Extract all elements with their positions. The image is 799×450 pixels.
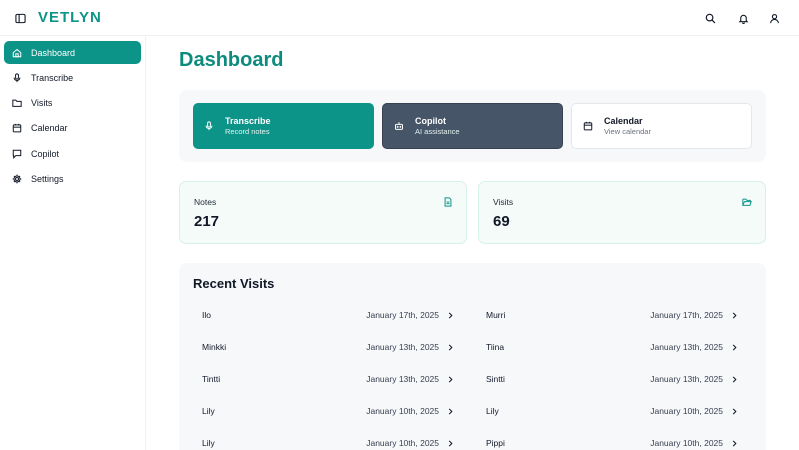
- quick-action-title: Calendar: [604, 115, 643, 126]
- sidebar-item-label: Dashboard: [31, 47, 76, 58]
- sidebar-item-copilot[interactable]: Copilot: [4, 142, 141, 165]
- visit-patient-name: Lily: [202, 438, 215, 448]
- message-icon: [12, 149, 22, 159]
- quick-action-title: Copilot: [415, 115, 446, 126]
- visit-date: January 13th, 2025: [366, 342, 439, 352]
- sidebar-item-label: Settings: [31, 173, 64, 184]
- file-text-icon: [442, 196, 453, 207]
- quick-action-transcribe[interactable]: Transcribe Record notes: [193, 103, 374, 149]
- search-icon[interactable]: [702, 10, 718, 26]
- chevron-right-icon: [446, 407, 454, 415]
- visit-patient-name: Tintti: [202, 374, 221, 384]
- stat-value: 69: [493, 213, 510, 230]
- visit-row[interactable]: Murri January 17th, 2025: [477, 305, 742, 325]
- chevron-right-icon: [446, 343, 454, 351]
- brand-logo[interactable]: VETLYN: [38, 9, 102, 26]
- visit-date: January 10th, 2025: [650, 438, 723, 448]
- home-icon: [12, 48, 22, 58]
- visit-row[interactable]: Pippi January 10th, 2025: [477, 433, 742, 450]
- visit-patient-name: Sintti: [486, 374, 505, 384]
- stat-card-visits[interactable]: Visits 69: [478, 181, 766, 244]
- visit-date: January 13th, 2025: [650, 342, 723, 352]
- sidebar-item-settings[interactable]: Settings: [4, 167, 141, 190]
- top-bar: VETLYN: [0, 0, 799, 36]
- visit-patient-name: Lily: [486, 406, 499, 416]
- visit-row[interactable]: Tintti January 13th, 2025: [193, 369, 458, 389]
- sidebar-item-calendar[interactable]: Calendar: [4, 116, 141, 139]
- sidebar-item-dashboard[interactable]: Dashboard: [4, 41, 141, 64]
- chevron-right-icon: [446, 375, 454, 383]
- stat-value: 217: [194, 213, 220, 230]
- visit-row[interactable]: Tiina January 13th, 2025: [477, 337, 742, 357]
- user-icon[interactable]: [766, 10, 782, 26]
- recent-visits-panel: Recent Visits Ilo January 17th, 2025 Min…: [179, 263, 766, 450]
- visit-row[interactable]: Lily January 10th, 2025: [193, 401, 458, 421]
- sidebar-item-label: Calendar: [31, 122, 68, 133]
- quick-action-subtitle: View calendar: [604, 126, 651, 136]
- microphone-icon: [12, 72, 22, 83]
- sidebar-item-visits[interactable]: Visits: [4, 91, 141, 114]
- chevron-right-icon: [730, 343, 738, 351]
- sidebar-item-transcribe[interactable]: Transcribe: [4, 66, 141, 89]
- chevron-right-icon: [446, 311, 454, 319]
- visit-row[interactable]: Ilo January 17th, 2025: [193, 305, 458, 325]
- page-title: Dashboard: [179, 49, 284, 71]
- visit-date: January 17th, 2025: [650, 310, 723, 320]
- chevron-right-icon: [730, 311, 738, 319]
- visit-row[interactable]: Sintti January 13th, 2025: [477, 369, 742, 389]
- chevron-right-icon: [446, 439, 454, 447]
- visit-row[interactable]: Minkki January 13th, 2025: [193, 337, 458, 357]
- bell-icon[interactable]: [735, 10, 751, 26]
- quick-action-copilot[interactable]: Copilot AI assistance: [382, 103, 563, 149]
- visit-patient-name: Lily: [202, 406, 215, 416]
- stat-label: Visits: [493, 197, 514, 207]
- visit-date: January 13th, 2025: [650, 374, 723, 384]
- stat-label: Notes: [194, 197, 217, 207]
- stat-card-notes[interactable]: Notes 217: [179, 181, 467, 244]
- visit-row[interactable]: Lily January 10th, 2025: [193, 433, 458, 450]
- gear-icon: [12, 174, 22, 184]
- bot-icon: [393, 120, 405, 132]
- visit-date: January 10th, 2025: [650, 406, 723, 416]
- sidebar: Dashboard Transcribe Visits Calendar Cop…: [0, 36, 146, 450]
- calendar-icon: [582, 120, 594, 132]
- visit-patient-name: Tiina: [486, 342, 505, 352]
- calendar-icon: [12, 123, 22, 133]
- visit-date: January 10th, 2025: [366, 406, 439, 416]
- recent-visits-title: Recent Visits: [193, 276, 275, 291]
- quick-action-subtitle: AI assistance: [415, 126, 460, 136]
- visit-date: January 17th, 2025: [366, 310, 439, 320]
- quick-action-title: Transcribe: [225, 115, 271, 126]
- sidebar-item-label: Transcribe: [31, 72, 74, 83]
- sidebar-item-label: Visits: [31, 97, 53, 108]
- visit-date: January 13th, 2025: [366, 374, 439, 384]
- main-content: Dashboard Transcribe Record notes Copilo…: [146, 36, 799, 450]
- chevron-right-icon: [730, 439, 738, 447]
- quick-action-subtitle: Record notes: [225, 126, 270, 136]
- sidebar-item-label: Copilot: [31, 148, 60, 159]
- microphone-icon: [203, 120, 215, 132]
- visit-patient-name: Murri: [486, 310, 506, 320]
- visit-patient-name: Pippi: [486, 438, 505, 448]
- visit-patient-name: Minkki: [202, 342, 227, 352]
- visit-date: January 10th, 2025: [366, 438, 439, 448]
- folder-icon: [12, 98, 22, 108]
- visit-row[interactable]: Lily January 10th, 2025: [477, 401, 742, 421]
- folder-open-icon: [741, 196, 752, 207]
- quick-action-calendar[interactable]: Calendar View calendar: [571, 103, 752, 149]
- chevron-right-icon: [730, 407, 738, 415]
- visit-patient-name: Ilo: [202, 310, 211, 320]
- chevron-right-icon: [730, 375, 738, 383]
- sidebar-toggle-icon[interactable]: [13, 11, 28, 26]
- quick-actions-panel: Transcribe Record notes Copilot AI assis…: [179, 90, 766, 162]
